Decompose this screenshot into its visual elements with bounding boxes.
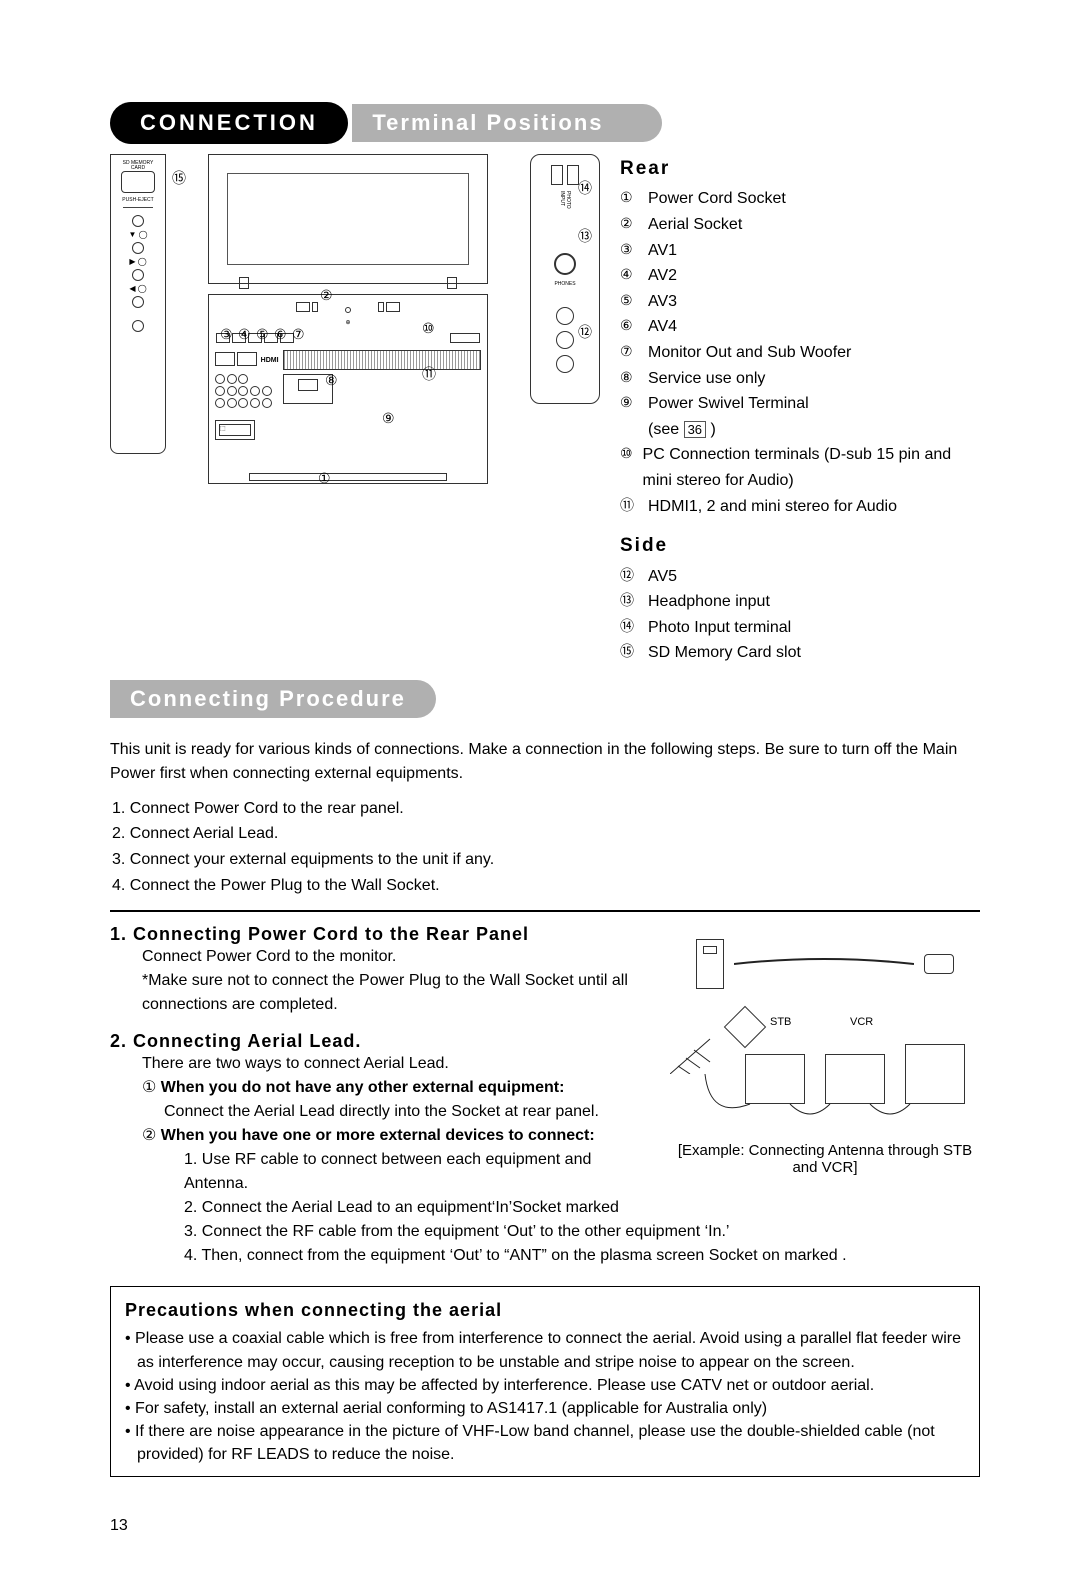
proc2-step1: 1. Use RF cable to connect between each … bbox=[184, 1148, 650, 1196]
precaution-item: • Please use a coaxial cable which is fr… bbox=[137, 1327, 965, 1373]
side-list: ⑫AV5 ⑬Headphone input ⑭Photo Input termi… bbox=[620, 564, 980, 666]
proc1-heading: 1. Connecting Power Cord to the Rear Pan… bbox=[110, 924, 650, 945]
push-eject-label: PUSH-EJECT bbox=[122, 197, 153, 203]
callout-12: ⑫ bbox=[578, 322, 592, 342]
divider bbox=[110, 910, 980, 912]
phones-label: PHONES bbox=[554, 281, 575, 287]
socket-icon bbox=[696, 939, 724, 989]
callout-14: ⑭ bbox=[578, 178, 592, 198]
side-heading: Side bbox=[620, 531, 980, 561]
front-panel-illustration: SD MEMORY CARD PUSH-EJECT ▼ ◯ ▶ ◯ ◀ ◯ bbox=[110, 154, 166, 454]
cable-icon bbox=[734, 949, 914, 979]
proc2-opt1-body: Connect the Aerial Lead directly into th… bbox=[164, 1100, 650, 1124]
proc1-line2: *Make sure not to connect the Power Plug… bbox=[142, 969, 650, 1017]
steps-list: 1. Connect Power Cord to the rear panel.… bbox=[112, 796, 980, 898]
rear-heading: Rear bbox=[620, 154, 980, 184]
av-jack-icon bbox=[556, 307, 574, 325]
rear-list: ①Power Cord Socket ②Aerial Socket ③AV1 ④… bbox=[620, 186, 980, 519]
precautions-box: Precautions when connecting the aerial •… bbox=[110, 1286, 980, 1477]
page-number: 13 bbox=[110, 1517, 980, 1535]
proc2-opt2: When you have one or more external devic… bbox=[161, 1127, 595, 1144]
wiring-icon bbox=[670, 1004, 980, 1134]
callout-3: ③ bbox=[220, 326, 233, 343]
precaution-item: • For safety, install an external aerial… bbox=[137, 1397, 965, 1420]
button-icon bbox=[132, 296, 144, 308]
proc2-step2: 2. Connect the Aerial Lead to an equipme… bbox=[184, 1196, 650, 1220]
section-badge: CONNECTION bbox=[110, 102, 348, 144]
proc2-heading: 2. Connecting Aerial Lead. bbox=[110, 1031, 650, 1052]
button-icon bbox=[132, 215, 144, 227]
proc2-opt1: When you do not have any other external … bbox=[161, 1079, 565, 1096]
button-icon bbox=[132, 320, 144, 332]
callout-4: ④ bbox=[238, 326, 251, 343]
callout-5: ⑤ bbox=[256, 326, 269, 343]
callout-7: ⑦ bbox=[292, 326, 305, 343]
intro-text: This unit is ready for various kinds of … bbox=[110, 738, 980, 786]
rear-panel-illustration: ⊕ HDMI bbox=[208, 154, 488, 484]
proc1-line1: Connect Power Cord to the monitor. bbox=[142, 945, 650, 969]
subsection-connecting-procedure: Connecting Procedure bbox=[110, 680, 436, 718]
callout-1: ① bbox=[318, 470, 331, 487]
callout-2: ② bbox=[320, 287, 333, 304]
callout-8: ⑧ bbox=[325, 372, 338, 389]
precaution-item: • If there are noise appearance in the p… bbox=[137, 1420, 965, 1466]
antenna-illustration: STB VCR [Example: Connecting Antenna thr… bbox=[670, 1004, 980, 1134]
callout-13: ⑬ bbox=[578, 226, 592, 246]
terminal-diagram: SD MEMORY CARD PUSH-EJECT ▼ ◯ ▶ ◯ ◀ ◯ bbox=[110, 154, 600, 666]
precautions-heading: Precautions when connecting the aerial bbox=[125, 1297, 965, 1323]
callout-11: ⑪ bbox=[422, 364, 436, 384]
photo-input-label: PHOTO INPUT bbox=[559, 191, 571, 221]
av-jack-icon bbox=[556, 355, 574, 373]
callout-10: ⑩ bbox=[422, 320, 435, 337]
precaution-item: • Avoid using indoor aerial as this may … bbox=[137, 1374, 965, 1397]
button-icon bbox=[132, 269, 144, 281]
sd-card-label: SD MEMORY CARD bbox=[115, 161, 161, 171]
av-jack-icon bbox=[556, 331, 574, 349]
illus2-caption: [Example: Connecting Antenna through STB… bbox=[670, 1142, 980, 1176]
callout-9: ⑨ bbox=[382, 410, 395, 427]
proc2-line1: There are two ways to connect Aerial Lea… bbox=[142, 1052, 650, 1076]
callout-15: ⑮ bbox=[172, 168, 186, 188]
headphone-jack-icon bbox=[554, 253, 576, 275]
callout-6: ⑥ bbox=[274, 326, 287, 343]
subsection-terminal-positions: Terminal Positions bbox=[352, 104, 662, 142]
proc2-step3: 3. Connect the RF cable from the equipme… bbox=[184, 1220, 980, 1244]
plug-icon bbox=[924, 954, 954, 974]
button-icon bbox=[132, 242, 144, 254]
proc2-step4: 4. Then, connect from the equipment ‘Out… bbox=[184, 1244, 980, 1268]
sd-slot-icon bbox=[121, 171, 155, 193]
power-cord-illustration bbox=[670, 924, 980, 1004]
